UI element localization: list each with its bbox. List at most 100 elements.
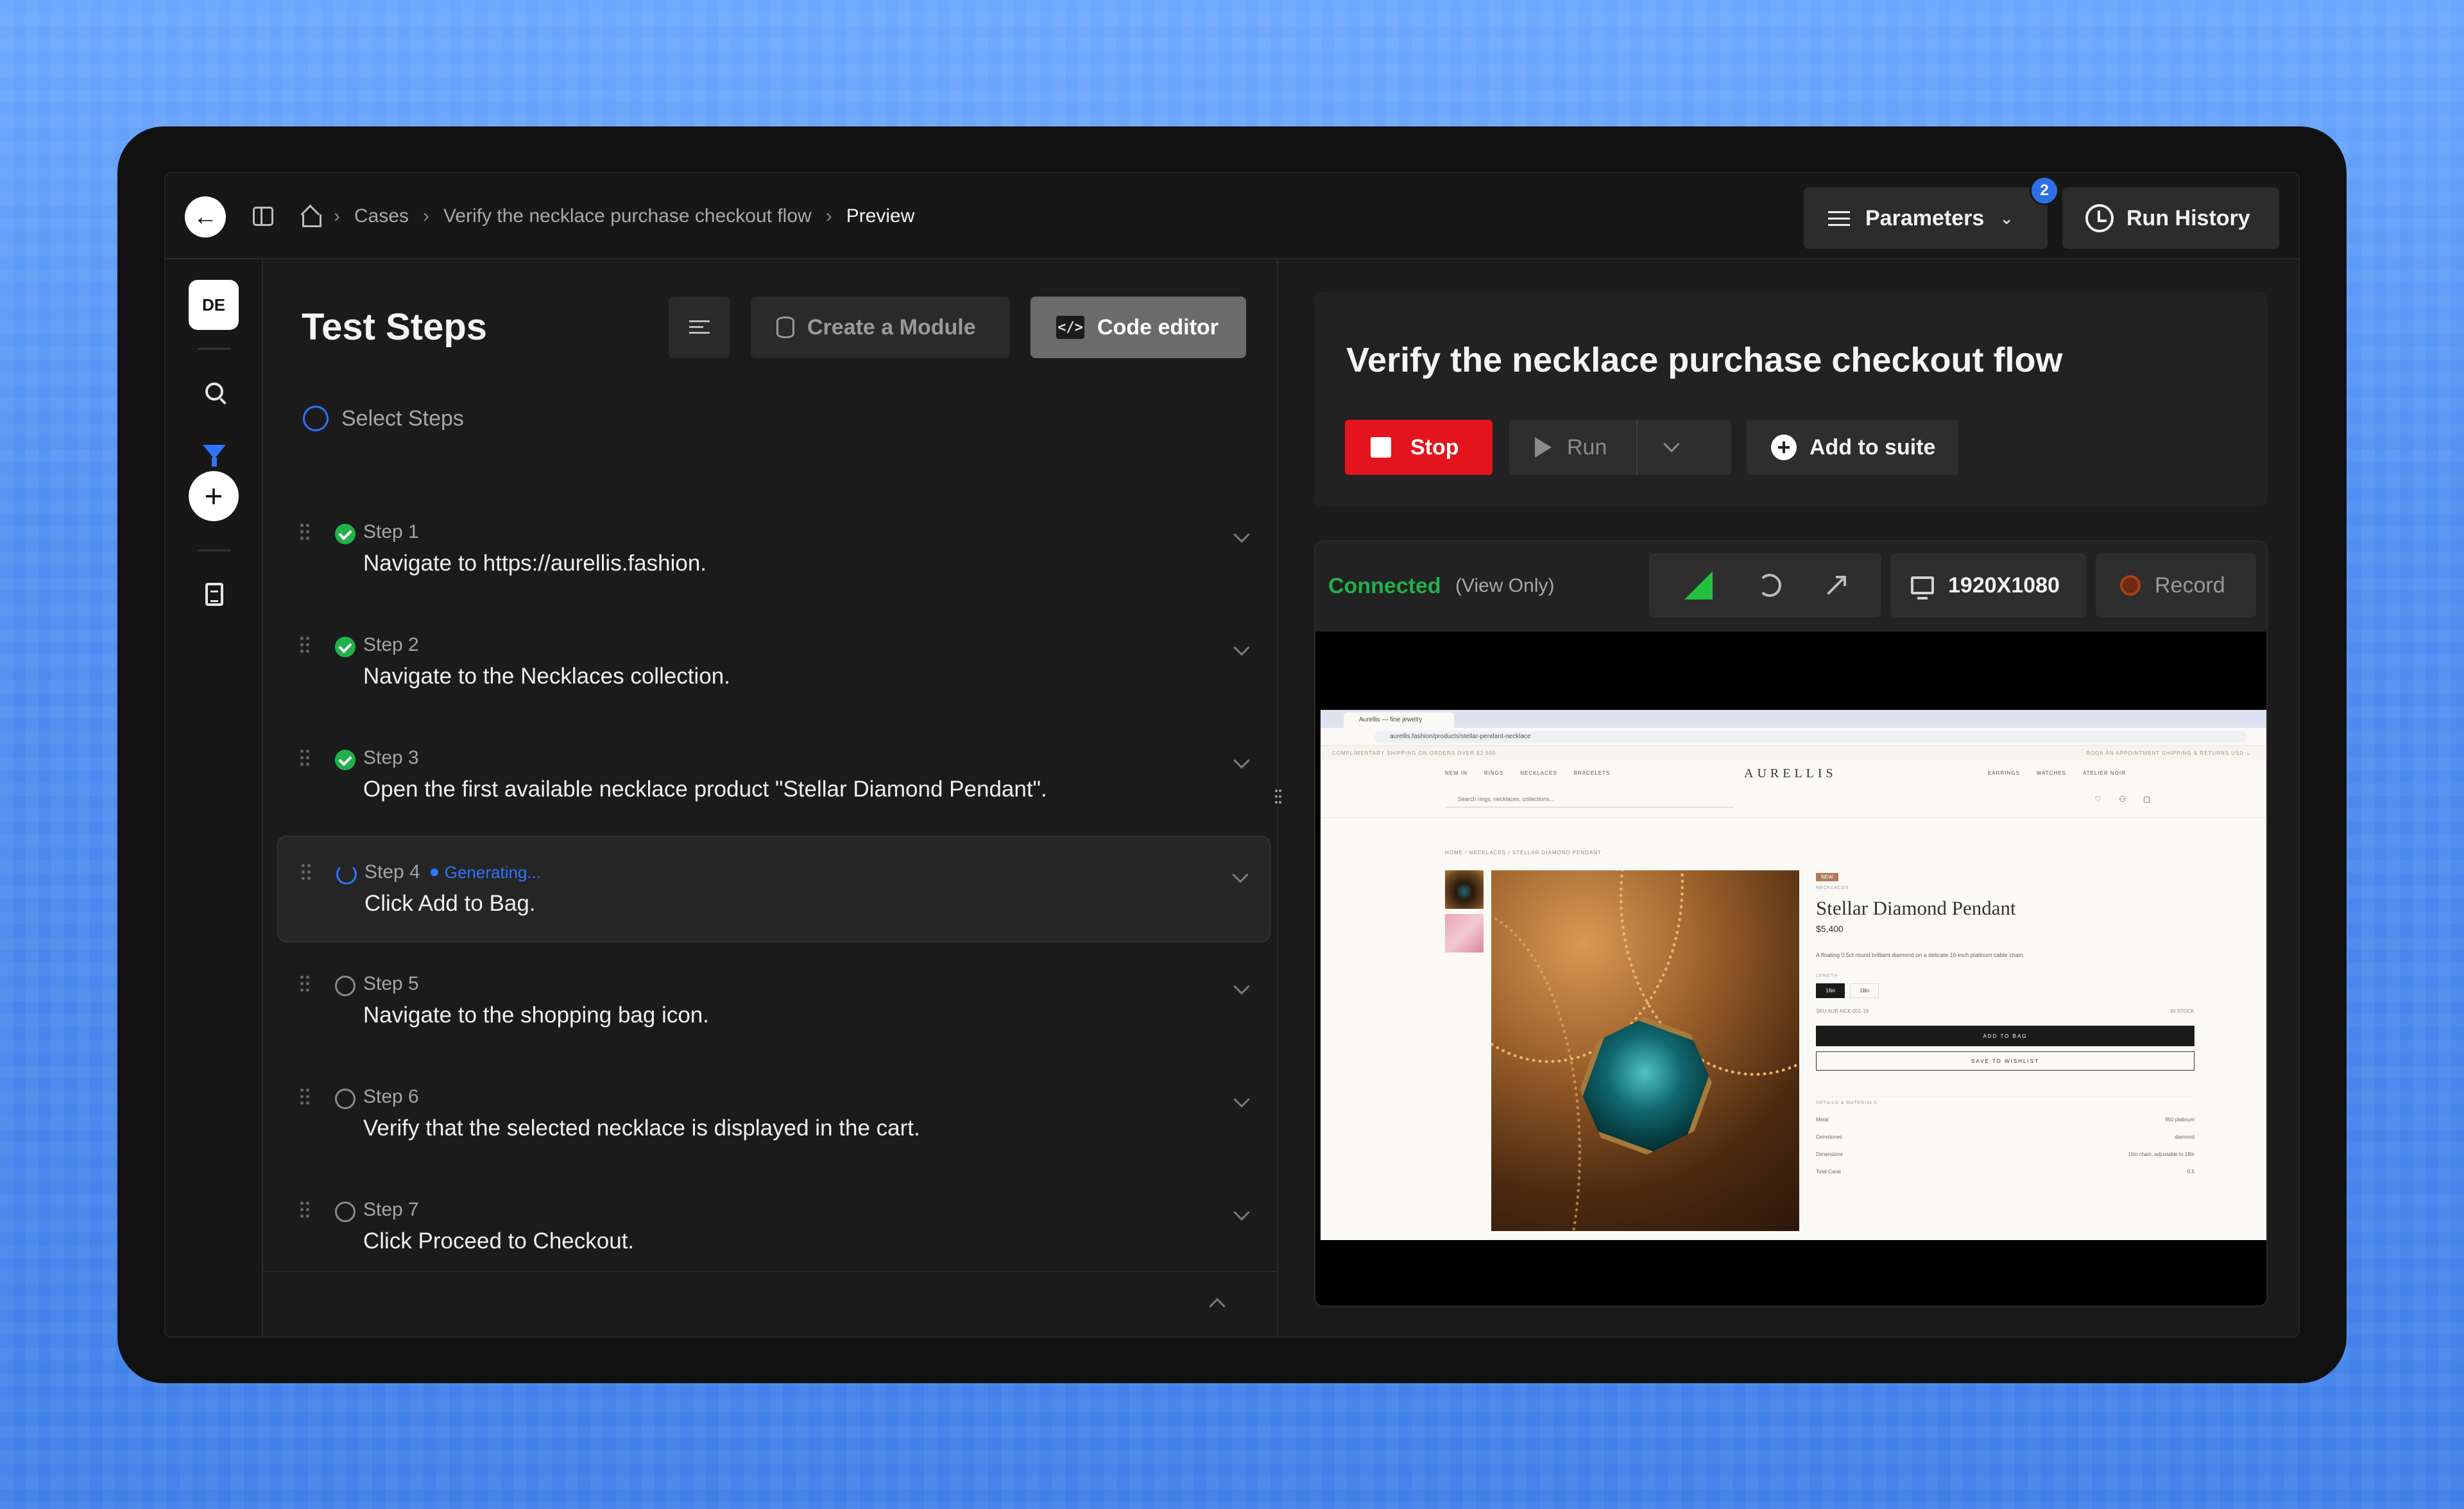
run-history-button[interactable]: Run History: [2062, 187, 2279, 249]
signal-strength-icon: [1684, 571, 1713, 599]
detail-row: Metal 950 platinum: [1816, 1117, 2194, 1123]
expand-icon[interactable]: [1827, 576, 1846, 595]
filter-button[interactable]: [201, 439, 227, 467]
drag-handle-icon[interactable]: [300, 1089, 311, 1105]
length-label: LENGTH: [1816, 974, 1838, 978]
product-image: [1491, 870, 1799, 1231]
drag-handle-icon[interactable]: [302, 864, 312, 881]
product-name: Stellar Diamond Pendant: [1816, 897, 2016, 919]
site-brand: AURELLIS: [1744, 766, 1837, 780]
drag-handle-icon[interactable]: [300, 750, 311, 766]
detail-key: Metal: [1816, 1117, 1829, 1123]
detail-row: Dimensions 16in chain, adjustable to 18in: [1816, 1151, 2194, 1157]
product-thumbnail: [1445, 870, 1484, 909]
run-options-chevron-icon[interactable]: [1663, 436, 1680, 453]
chevron-down-icon[interactable]: [1233, 639, 1250, 656]
drag-handle-icon[interactable]: [300, 976, 311, 992]
chevron-up-icon[interactable]: [1209, 1298, 1226, 1315]
step-item[interactable]: Step 2 Navigate to the Necklaces collect…: [277, 610, 1270, 716]
plus-icon: +: [204, 478, 223, 514]
case-header-card: Verify the necklace purchase checkout fl…: [1314, 291, 2268, 507]
toggle-sidebar-icon[interactable]: [253, 207, 273, 226]
code-editor-button[interactable]: </> Code editor: [1031, 297, 1246, 358]
panel-resize-handle[interactable]: [1273, 787, 1283, 806]
sliders-icon: [1828, 209, 1850, 228]
parameters-button[interactable]: Parameters ⌄: [1804, 187, 2048, 249]
drag-handle-icon[interactable]: [300, 1202, 311, 1218]
size-option: 16in: [1816, 983, 1845, 998]
site-nav-right: EARRINGS WATCHES ATELIER NOIR: [1988, 770, 2126, 776]
detail-value: 950 platinum: [2165, 1117, 2194, 1123]
select-steps-label: Select Steps: [341, 406, 464, 431]
site-promo-bar: COMPLIMENTARY SHIPPING ON ORDERS OVER $2…: [1321, 746, 2266, 760]
connection-status: Connected: [1328, 574, 1441, 598]
play-icon: [1535, 437, 1552, 458]
step-item[interactable]: Step 6 Verify that the selected necklace…: [277, 1062, 1270, 1168]
run-label: Run: [1567, 435, 1607, 460]
stop-icon: [1371, 437, 1391, 458]
site-nav-item: NECKLACES: [1520, 770, 1557, 776]
stop-label: Stop: [1410, 435, 1459, 460]
site-search: Search rings, necklaces, collections...: [1445, 792, 1734, 807]
site-nav-item: WATCHES: [2036, 770, 2066, 776]
record-button[interactable]: Record: [2096, 553, 2256, 617]
chevron-down-icon[interactable]: [1232, 867, 1249, 883]
add-to-suite-button[interactable]: + Add to suite: [1747, 420, 1958, 475]
chevron-down-icon: ⌄: [1999, 208, 2014, 228]
remote-browser-screenshot[interactable]: Aurellis — fine jewelry aurellis.fashion…: [1321, 710, 2266, 1240]
reload-icon[interactable]: [1758, 574, 1781, 597]
back-button[interactable]: ←: [185, 196, 226, 237]
breadcrumb-case[interactable]: Verify the necklace purchase checkout fl…: [443, 205, 812, 227]
step-item[interactable]: Step 1 Navigate to https://aurellis.fash…: [277, 497, 1270, 603]
resolution-button[interactable]: 1920X1080: [1890, 553, 2087, 617]
loading-spinner-icon: [336, 864, 357, 884]
history-icon: [2085, 204, 2114, 232]
stop-button[interactable]: Stop: [1345, 420, 1493, 475]
case-title: Verify the necklace purchase checkout fl…: [1346, 341, 2063, 379]
step-label: Step 7: [363, 1199, 419, 1220]
select-steps-toggle[interactable]: Select Steps: [303, 406, 464, 431]
chevron-right-icon: ›: [423, 205, 430, 227]
live-preview-card: Connected (View Only) 1920X1080 Record A…: [1314, 540, 2268, 1307]
sku: SKU AUR-NCK-001-16: [1816, 1008, 1869, 1014]
breadcrumb-cases[interactable]: Cases: [354, 205, 409, 227]
site-nav-item: EARRINGS: [1988, 770, 2020, 776]
top-bar: ← › Cases › Verify the necklace purchase…: [166, 173, 2298, 259]
search-button[interactable]: [201, 379, 227, 404]
drag-handle-icon[interactable]: [300, 637, 311, 653]
chevron-down-icon[interactable]: [1233, 1091, 1250, 1108]
chevron-down-icon[interactable]: [1233, 978, 1250, 995]
step-item-active[interactable]: Step 4 Generating... Click Add to Bag.: [277, 836, 1270, 942]
add-to-suite-label: Add to suite: [1810, 435, 1936, 460]
step-item[interactable]: Step 5 Navigate to the shopping bag icon…: [277, 949, 1270, 1055]
step-text: Click Add to Bag.: [364, 891, 536, 916]
browser-url: aurellis.fashion/products/stellar-pendan…: [1374, 731, 2247, 743]
step-item[interactable]: Step 3 Open the first available necklace…: [277, 723, 1270, 829]
add-to-bag-button: ADD TO BAG: [1816, 1026, 2194, 1046]
chevron-down-icon[interactable]: [1233, 752, 1250, 769]
code-editor-label: Code editor: [1097, 315, 1219, 340]
generating-label: Generating...: [444, 862, 542, 882]
chevron-down-icon[interactable]: [1233, 1204, 1250, 1221]
code-icon: </>: [1056, 316, 1084, 339]
filter-icon: [203, 445, 226, 467]
drag-handle-icon[interactable]: [300, 524, 311, 540]
home-icon[interactable]: [300, 207, 321, 227]
resolution-label: 1920X1080: [1948, 573, 2060, 598]
site-icons: ♡ ⚇ ▢: [2094, 795, 2159, 804]
check-circle-icon: [335, 524, 355, 544]
create-module-label: Create a Module: [807, 315, 976, 340]
detail-row: Gemstones diamond: [1816, 1134, 2194, 1140]
documents-button[interactable]: [201, 582, 227, 607]
step-item[interactable]: Step 7 Click Proceed to Checkout.: [277, 1175, 1270, 1281]
add-button[interactable]: +: [189, 471, 239, 521]
create-module-button[interactable]: Create a Module: [751, 297, 1010, 358]
new-badge: NEW: [1816, 873, 1838, 881]
reorder-steps-button[interactable]: [669, 297, 730, 358]
avatar[interactable]: DE: [189, 280, 239, 330]
stock-status: IN STOCK: [2170, 1008, 2194, 1014]
detail-key: Gemstones: [1816, 1134, 1842, 1140]
chevron-down-icon[interactable]: [1233, 526, 1250, 543]
run-button[interactable]: Run: [1509, 420, 1638, 475]
site-nav-item: BRACELETS: [1573, 770, 1611, 776]
